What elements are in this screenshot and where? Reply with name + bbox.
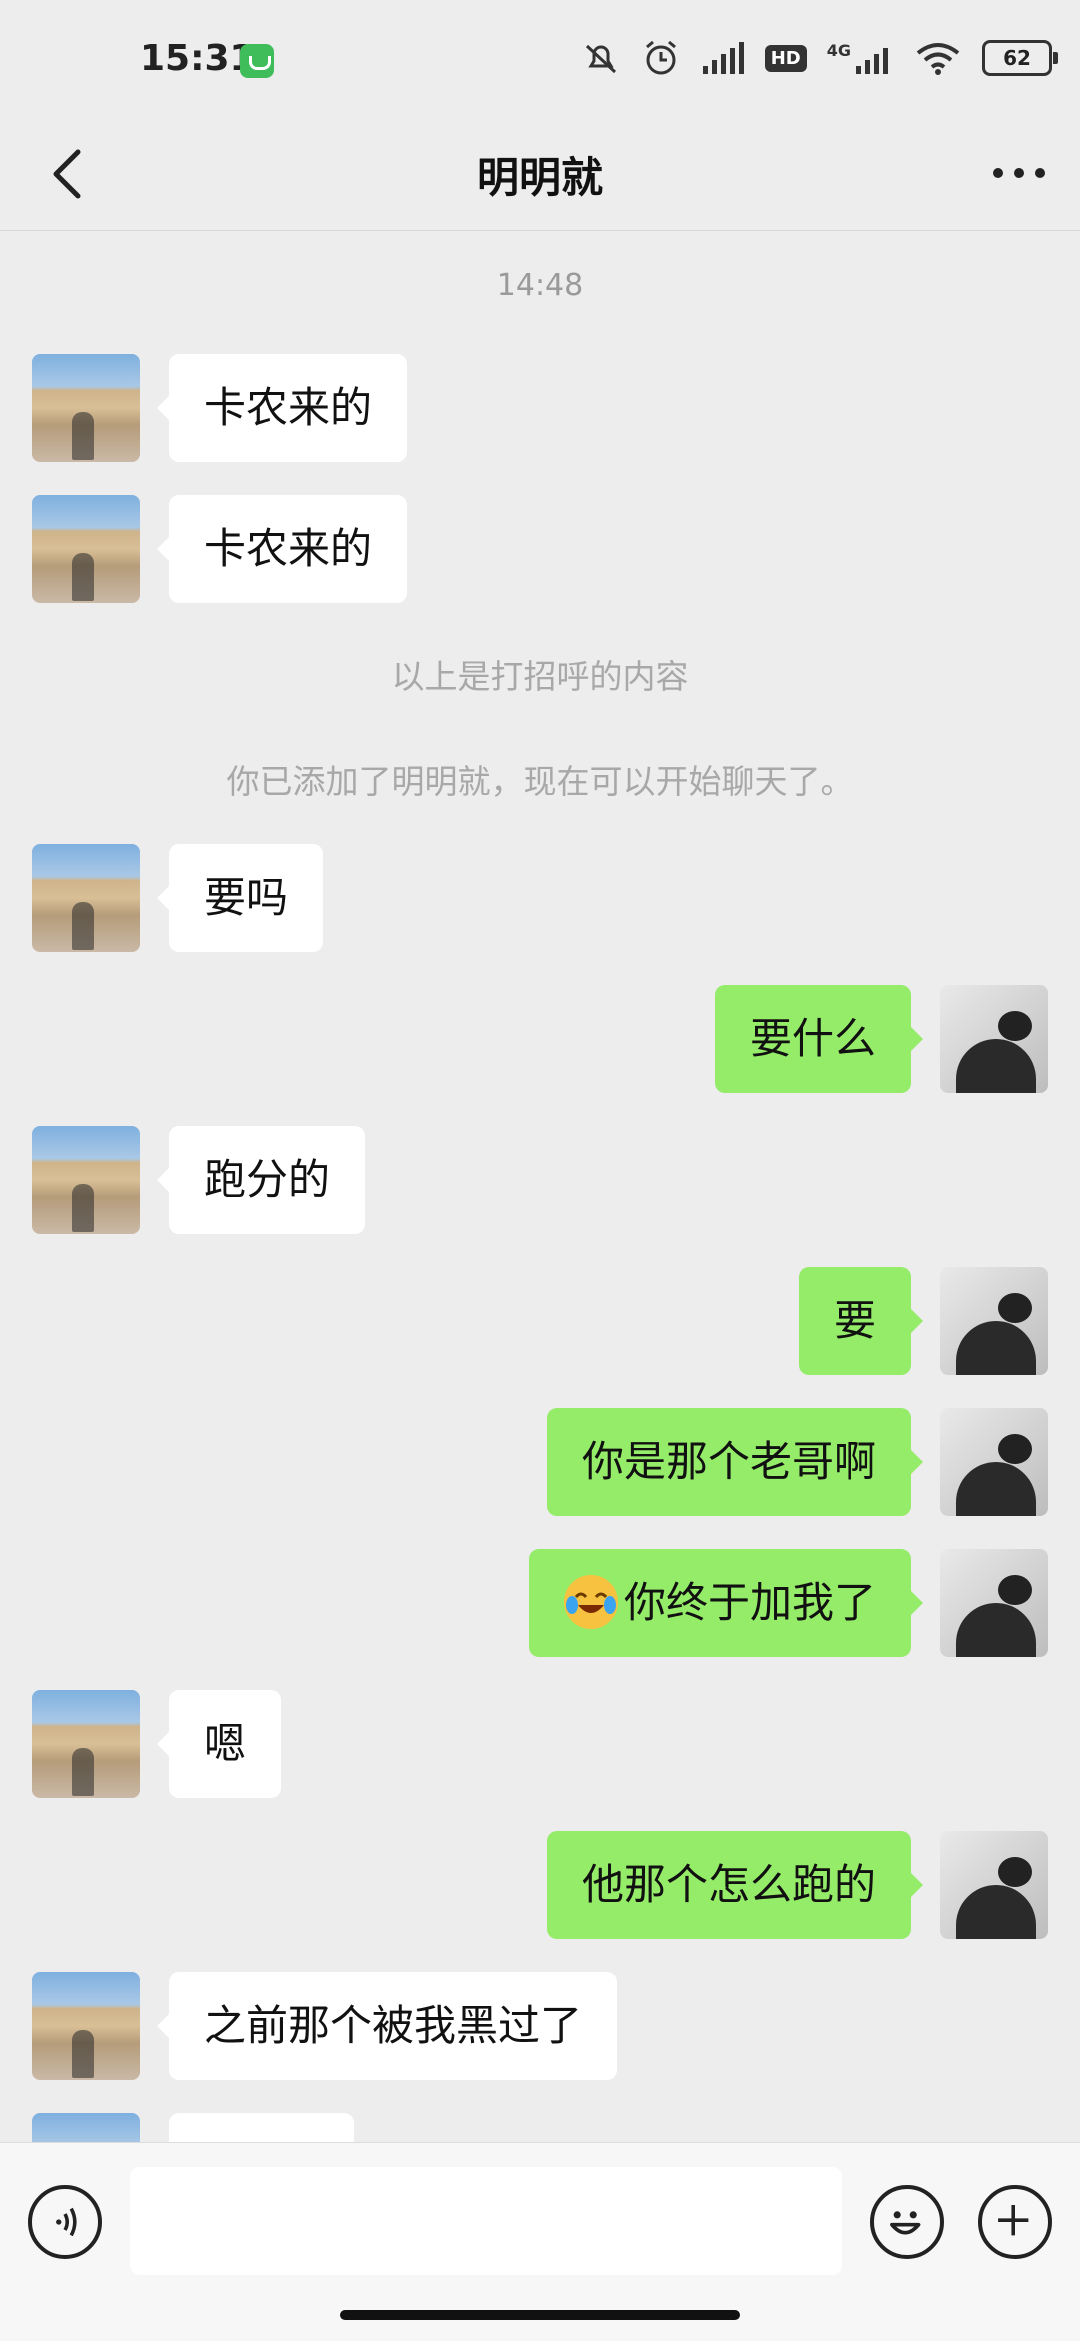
contact-avatar[interactable] [32,2113,140,2142]
status-icons: HD 4G 62 [581,38,1058,78]
contact-avatar[interactable] [32,1972,140,2080]
wifi-icon [916,43,960,75]
contact-avatar[interactable] [32,495,140,603]
sent-message[interactable]: 你终于加我了 [528,1549,924,1657]
message-timestamp: 14:48 [496,268,584,303]
4g-signal-icon: 4G [827,40,894,76]
received-message[interactable]: 跑分的 [156,1126,366,1234]
sent-message[interactable]: 要什么 [714,985,924,1093]
my-avatar[interactable] [940,985,1048,1093]
voice-icon[interactable] [28,2185,102,2259]
home-indicator[interactable] [340,2310,740,2320]
network-label: 4G [826,41,851,60]
message-input[interactable] [130,2167,842,2275]
signal-icon [702,42,744,74]
contact-avatar[interactable] [32,1690,140,1798]
mute-icon [585,44,616,74]
contact-avatar[interactable] [32,844,140,952]
alarm-icon [645,40,676,75]
plus-icon[interactable] [978,2185,1052,2259]
my-avatar[interactable] [940,1549,1048,1657]
my-avatar[interactable] [940,1267,1048,1375]
received-message[interactable]: 要吗 [156,844,324,952]
app-notification-icon [240,44,274,78]
sent-message-text: 你终于加我了 [623,1578,876,1627]
system-notice: 你已添加了明明就，现在可以开始聊天了。 [226,762,854,801]
sent-message[interactable]: 要 [798,1267,924,1375]
status-time: 15:31 [140,38,255,79]
contact-avatar[interactable] [32,354,140,462]
received-message[interactable]: 卡农来的 [156,495,408,603]
battery-icon: 62 [982,40,1058,76]
contact-avatar[interactable] [32,1126,140,1234]
received-message[interactable]: 卡农来的 [156,354,408,462]
chat-title: 明明就 [476,153,603,202]
hd-icon: HD [764,44,807,72]
my-avatar[interactable] [940,1831,1048,1939]
received-message[interactable]: 嗯 [156,1690,282,1798]
emoji-icon[interactable] [870,2185,944,2259]
message-list[interactable]: 14:48 卡农来的 卡农来的 以上是打招呼的内容 你已添加了明明就，现在可以开… [0,230,1080,2142]
more-dots-icon[interactable] [984,148,1054,198]
sent-message[interactable]: 他那个怎么跑的 [546,1831,924,1939]
chat-header: 明明就 [0,120,1080,231]
received-message[interactable]: 之前那个被我黑过了 [156,1972,618,2080]
laughing-crying-emoji [563,1574,618,1629]
sent-message[interactable]: 你是那个老哥啊 [546,1408,924,1516]
my-avatar[interactable] [940,1408,1048,1516]
system-notice: 以上是打招呼的内容 [391,657,689,696]
received-message[interactable] [169,2113,354,2142]
status-bar: 15:31 HD 4G 62 [0,0,1080,120]
